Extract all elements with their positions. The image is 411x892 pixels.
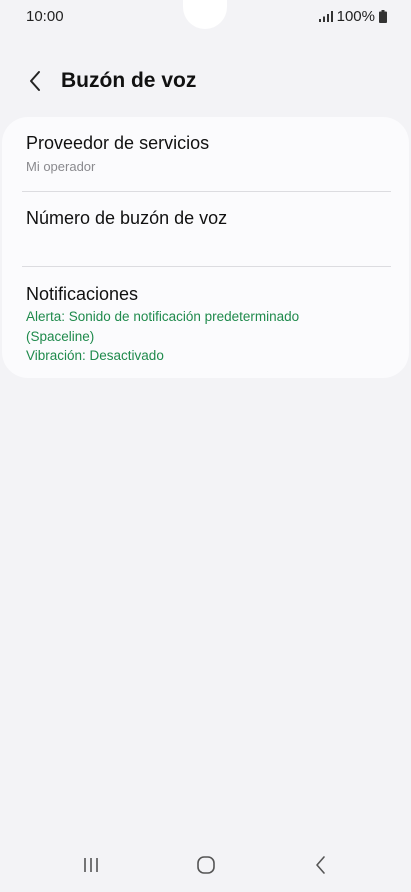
notification-vibration-value: Vibración: Desactivado — [26, 348, 164, 363]
service-provider-label: Proveedor de servicios — [26, 133, 210, 153]
battery-icon — [379, 10, 387, 23]
camera-notch — [183, 0, 227, 29]
chevron-left-icon — [28, 70, 42, 97]
app-header: Buzón de voz — [0, 62, 411, 104]
status-time: 10:00 — [26, 8, 64, 25]
status-indicators: 100% — [318, 8, 387, 25]
service-provider-value: Mi operador — [26, 159, 96, 174]
nav-back-button[interactable] — [301, 852, 341, 882]
notifications-label: Notificaciones — [26, 284, 139, 304]
battery-percentage: 100% — [336, 8, 375, 25]
back-icon — [315, 855, 327, 880]
navigation-bar — [0, 838, 411, 892]
settings-card: Proveedor de servicios Mi operador Númer… — [2, 117, 409, 378]
home-icon — [196, 855, 216, 880]
voicemail-number-label: Número de buzón de voz — [26, 208, 228, 228]
service-provider-item[interactable]: Proveedor de servicios Mi operador — [2, 117, 409, 191]
status-bar: 10:00 100% — [0, 0, 411, 34]
notifications-item[interactable]: Notificaciones Alerta: Sonido de notific… — [2, 267, 409, 378]
voicemail-number-item[interactable]: Número de buzón de voz — [2, 192, 409, 266]
recent-apps-icon — [82, 856, 100, 879]
signal-icon — [318, 11, 333, 22]
notification-alert-value: Alerta: Sonido de notificación predeterm… — [26, 309, 300, 344]
back-button[interactable] — [20, 68, 50, 98]
home-button[interactable] — [186, 852, 226, 882]
page-title: Buzón de voz — [61, 69, 197, 92]
recent-apps-button[interactable] — [71, 852, 111, 882]
